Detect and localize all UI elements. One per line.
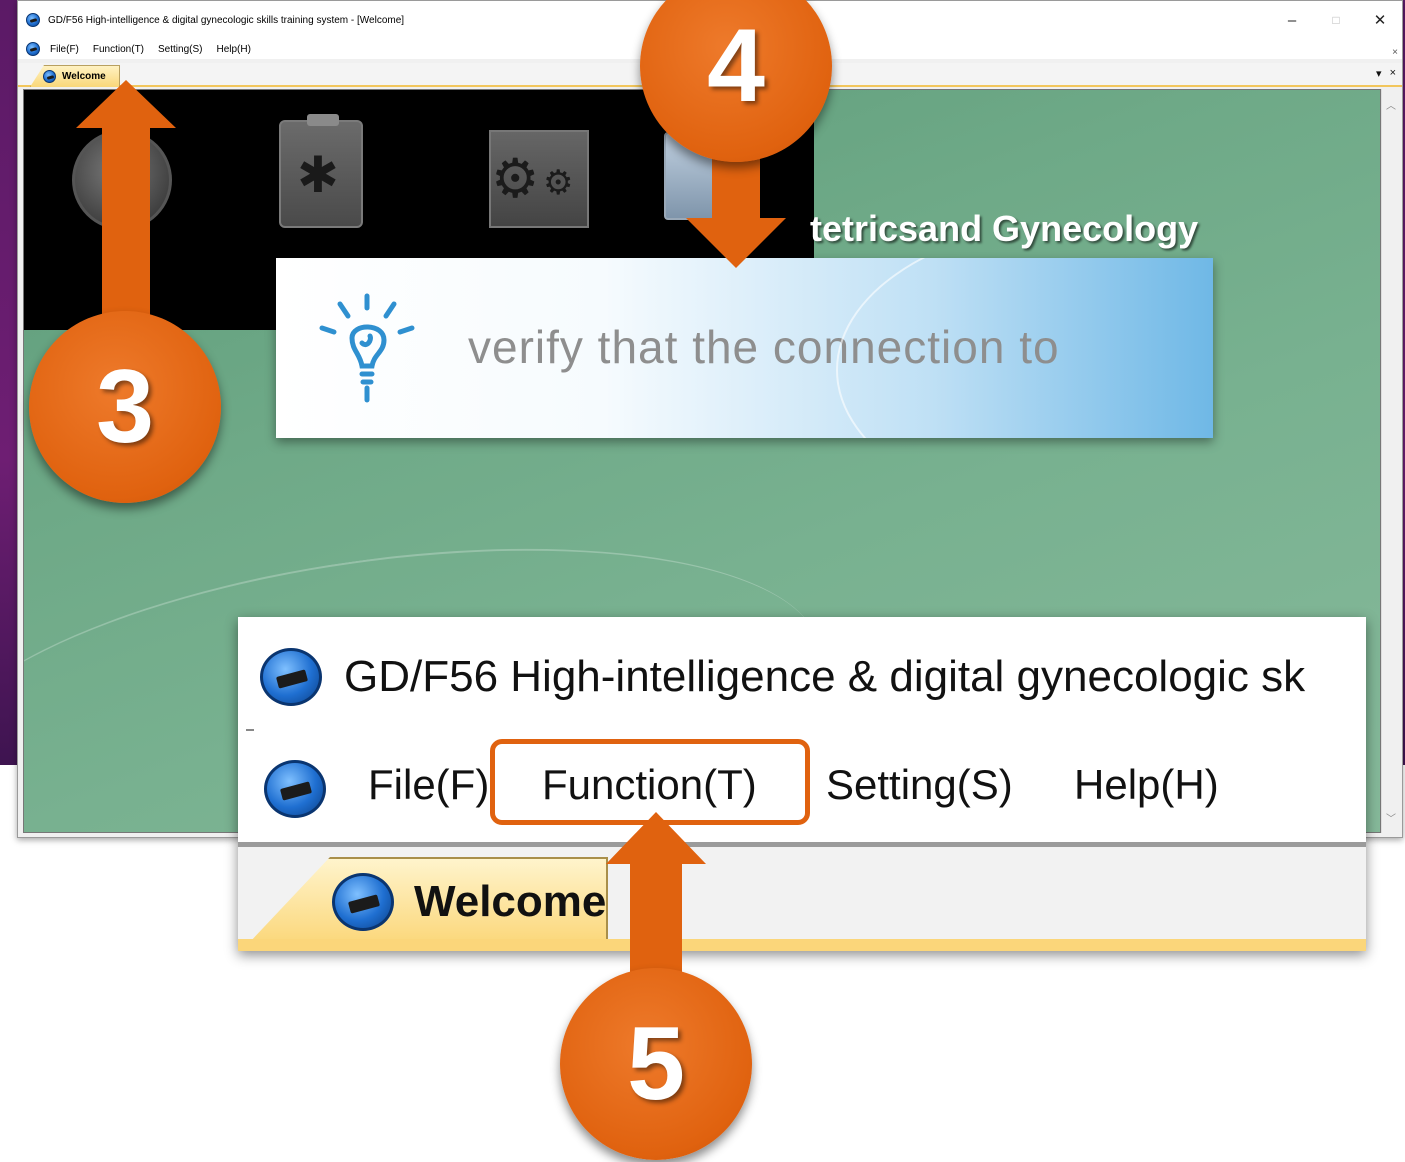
zoom-window-title: GD/F56 High-intelligence & digital gynec… bbox=[344, 652, 1306, 701]
verify-connection-callout: verify that the connection to bbox=[276, 258, 1213, 438]
zoom-menu-setting[interactable]: Setting(S) bbox=[826, 761, 1013, 809]
zoom-menu-bar: File(F) Function(T) Setting(S) Help(H) bbox=[264, 757, 1219, 821]
zoom-tab-icon bbox=[332, 872, 394, 931]
step-3-arrow-icon bbox=[76, 80, 176, 340]
medical-record-icon[interactable]: ✱ bbox=[279, 114, 363, 228]
step-5-arrow-icon bbox=[606, 812, 706, 992]
zoom-tab-label: Welcome bbox=[414, 876, 607, 926]
menu-help[interactable]: Help(H) bbox=[216, 44, 250, 55]
small-gear-icon: ⚙ bbox=[543, 164, 574, 202]
window-controls: – □ ✕ bbox=[1270, 1, 1402, 39]
zoom-title-row: GD/F56 High-intelligence & digital gynec… bbox=[260, 647, 1305, 707]
gear-icon: ⚙ bbox=[491, 149, 540, 209]
step-4-number: 4 bbox=[707, 7, 765, 124]
zoom-tabstrip: Welcome bbox=[238, 842, 1366, 951]
zoom-tab-welcome[interactable]: Welcome bbox=[248, 857, 608, 944]
minimize-button[interactable]: – bbox=[1270, 1, 1314, 39]
step-5-marker: 5 bbox=[560, 968, 752, 1160]
zoom-menu-file[interactable]: File(F) bbox=[368, 761, 489, 809]
verify-connection-text: verify that the connection to bbox=[468, 321, 1060, 373]
tab-controls: ▾ × bbox=[1376, 67, 1396, 80]
mdi-close-icon[interactable]: × bbox=[1392, 47, 1398, 58]
scroll-down-icon[interactable]: ﹀ bbox=[1386, 810, 1396, 825]
menu-function[interactable]: Function(T) bbox=[93, 44, 144, 55]
tab-icon bbox=[43, 70, 56, 83]
step-3-marker: 3 bbox=[29, 311, 221, 503]
clipboard-clip bbox=[307, 114, 339, 126]
app-icon bbox=[26, 13, 40, 27]
zoom-menu-help[interactable]: Help(H) bbox=[1074, 761, 1219, 809]
scroll-up-icon[interactable]: ︿ bbox=[1386, 97, 1396, 112]
tab-close-icon[interactable]: × bbox=[1390, 67, 1396, 80]
maximize-button[interactable]: □ bbox=[1314, 1, 1358, 39]
tab-dropdown-icon[interactable]: ▾ bbox=[1376, 67, 1382, 80]
window-title: GD/F56 High-intelligence & digital gynec… bbox=[48, 14, 405, 26]
zoom-divider bbox=[246, 729, 254, 731]
menu-file[interactable]: File(F) bbox=[50, 44, 79, 55]
welcome-heading: tetricsand Gynecology bbox=[810, 208, 1199, 249]
zoomed-menu-callout: GD/F56 High-intelligence & digital gynec… bbox=[238, 617, 1366, 951]
star-of-life-icon: ✱ bbox=[297, 147, 339, 203]
step-5-number: 5 bbox=[627, 1005, 685, 1122]
menu-setting[interactable]: Setting(S) bbox=[158, 44, 202, 55]
settings-icon[interactable]: ⚙ ⚙ bbox=[489, 130, 589, 228]
zoom-app-icon bbox=[260, 648, 322, 706]
zoom-menu-app-icon[interactable] bbox=[264, 760, 326, 818]
step-3-number: 3 bbox=[96, 348, 154, 465]
vertical-scrollbar[interactable]: ︿ ﹀ bbox=[1381, 89, 1401, 833]
lightbulb-idea-icon bbox=[319, 293, 415, 403]
close-button[interactable]: ✕ bbox=[1358, 1, 1402, 39]
app-menu-icon[interactable] bbox=[26, 42, 40, 56]
